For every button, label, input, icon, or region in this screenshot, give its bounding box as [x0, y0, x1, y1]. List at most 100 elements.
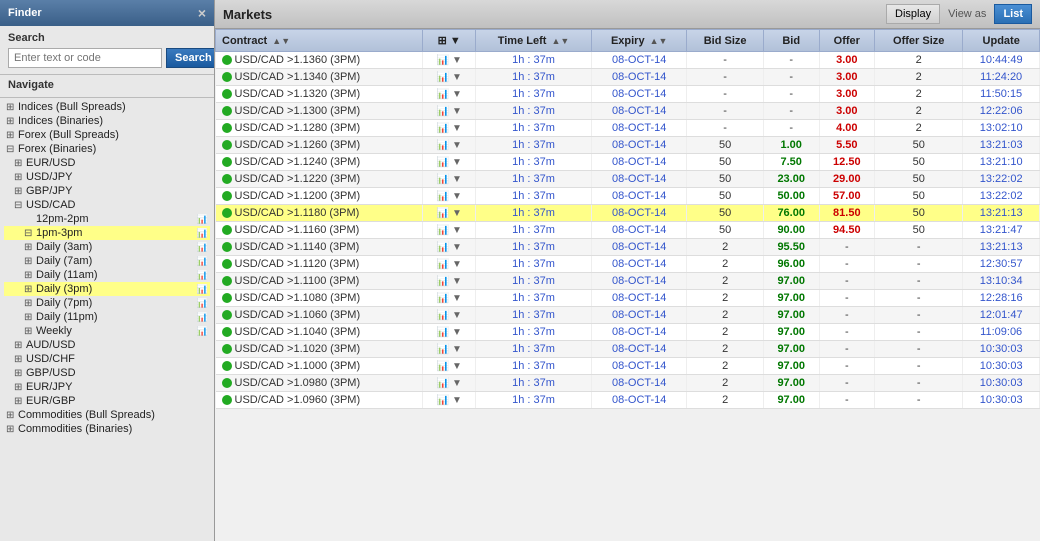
dropdown-icon[interactable]: ▼	[452, 123, 462, 134]
table-row[interactable]: USD/CAD >1.1140 (3PM) 📊 ▼ 1h : 37m 08-OC…	[216, 239, 1040, 256]
chart-col-icon[interactable]: 📊	[436, 242, 448, 253]
chart-col-icon[interactable]: 📊	[436, 276, 448, 287]
chart-col-icon[interactable]: 📊	[436, 72, 448, 83]
sidebar-item-daily-3pm[interactable]: ⊞Daily (3pm)📊	[4, 282, 210, 296]
sidebar-item-1pm-3pm[interactable]: ⊟1pm-3pm📊	[4, 226, 210, 240]
chart-col-icon[interactable]: 📊	[436, 259, 448, 270]
chart-col-icon[interactable]: 📊	[436, 55, 448, 66]
sidebar-item-usd-chf[interactable]: ⊞USD/CHF	[4, 352, 210, 366]
chart-col-icon[interactable]: 📊	[436, 191, 448, 202]
table-row[interactable]: USD/CAD >1.1200 (3PM) 📊 ▼ 1h : 37m 08-OC…	[216, 188, 1040, 205]
table-row[interactable]: USD/CAD >1.1040 (3PM) 📊 ▼ 1h : 37m 08-OC…	[216, 324, 1040, 341]
table-row[interactable]: USD/CAD >1.1340 (3PM) 📊 ▼ 1h : 37m 08-OC…	[216, 69, 1040, 86]
chart-col-icon[interactable]: 📊	[436, 327, 448, 338]
sidebar-item-daily-7pm[interactable]: ⊞Daily (7pm)📊	[4, 296, 210, 310]
table-row[interactable]: USD/CAD >1.1320 (3PM) 📊 ▼ 1h : 37m 08-OC…	[216, 86, 1040, 103]
table-row[interactable]: USD/CAD >1.1060 (3PM) 📊 ▼ 1h : 37m 08-OC…	[216, 307, 1040, 324]
search-button[interactable]: Search	[166, 48, 215, 68]
table-row[interactable]: USD/CAD >1.1000 (3PM) 📊 ▼ 1h : 37m 08-OC…	[216, 358, 1040, 375]
dropdown-icon[interactable]: ▼	[452, 310, 462, 321]
th-contract[interactable]: Contract ▲▼	[216, 30, 423, 52]
dropdown-icon[interactable]: ▼	[452, 378, 462, 389]
search-input[interactable]	[8, 48, 162, 68]
sidebar-item-eur-gbp[interactable]: ⊞EUR/GBP	[4, 394, 210, 408]
cell-offer-size: 2	[875, 52, 963, 69]
cell-contract: USD/CAD >1.0980 (3PM)	[216, 375, 423, 392]
sidebar-item-daily-11pm[interactable]: ⊞Daily (11pm)📊	[4, 310, 210, 324]
sidebar-item-forex-bull[interactable]: ⊞Forex (Bull Spreads)	[4, 128, 210, 142]
list-button[interactable]: List	[994, 4, 1032, 24]
chart-col-icon[interactable]: 📊	[436, 344, 448, 355]
cell-expiry: 08-OCT-14	[592, 86, 687, 103]
table-row[interactable]: USD/CAD >1.1180 (3PM) 📊 ▼ 1h : 37m 08-OC…	[216, 205, 1040, 222]
sidebar-item-daily-7am[interactable]: ⊞Daily (7am)📊	[4, 254, 210, 268]
dropdown-icon[interactable]: ▼	[452, 140, 462, 151]
sidebar-item-eur-jpy[interactable]: ⊞EUR/JPY	[4, 380, 210, 394]
table-row[interactable]: USD/CAD >1.1100 (3PM) 📊 ▼ 1h : 37m 08-OC…	[216, 273, 1040, 290]
chart-col-icon[interactable]: 📊	[436, 106, 448, 117]
dropdown-icon[interactable]: ▼	[452, 242, 462, 253]
chart-col-icon[interactable]: 📊	[436, 140, 448, 151]
dropdown-icon[interactable]: ▼	[452, 395, 462, 406]
table-row[interactable]: USD/CAD >1.1360 (3PM) 📊 ▼ 1h : 37m 08-OC…	[216, 52, 1040, 69]
dropdown-icon[interactable]: ▼	[452, 72, 462, 83]
sidebar-item-aud-usd[interactable]: ⊞AUD/USD	[4, 338, 210, 352]
dropdown-icon[interactable]: ▼	[452, 55, 462, 66]
dropdown-icon[interactable]: ▼	[452, 225, 462, 236]
chart-col-icon[interactable]: 📊	[436, 157, 448, 168]
table-row[interactable]: USD/CAD >1.0980 (3PM) 📊 ▼ 1h : 37m 08-OC…	[216, 375, 1040, 392]
chart-col-icon[interactable]: 📊	[436, 378, 448, 389]
sidebar-item-commodities-bull[interactable]: ⊞Commodities (Bull Spreads)	[4, 408, 210, 422]
sidebar-item-12pm-2pm[interactable]: 12pm-2pm📊	[4, 212, 210, 226]
dropdown-icon[interactable]: ▼	[452, 89, 462, 100]
table-row[interactable]: USD/CAD >1.1020 (3PM) 📊 ▼ 1h : 37m 08-OC…	[216, 341, 1040, 358]
th-time-left[interactable]: Time Left ▲▼	[476, 30, 592, 52]
sidebar-item-daily-11am[interactable]: ⊞Daily (11am)📊	[4, 268, 210, 282]
dropdown-icon[interactable]: ▼	[452, 208, 462, 219]
table-row[interactable]: USD/CAD >1.1080 (3PM) 📊 ▼ 1h : 37m 08-OC…	[216, 290, 1040, 307]
dropdown-icon[interactable]: ▼	[452, 259, 462, 270]
table-row[interactable]: USD/CAD >1.1260 (3PM) 📊 ▼ 1h : 37m 08-OC…	[216, 137, 1040, 154]
dropdown-icon[interactable]: ▼	[452, 106, 462, 117]
chart-col-icon[interactable]: 📊	[436, 395, 448, 406]
table-row[interactable]: USD/CAD >1.1160 (3PM) 📊 ▼ 1h : 37m 08-OC…	[216, 222, 1040, 239]
cell-bid-size: 2	[687, 307, 764, 324]
sidebar-item-forex-bin[interactable]: ⊟Forex (Binaries)	[4, 142, 210, 156]
cell-icons: 📊 ▼	[423, 137, 476, 154]
sidebar-item-indices-bull[interactable]: ⊞Indices (Bull Spreads)	[4, 100, 210, 114]
dropdown-icon[interactable]: ▼	[452, 191, 462, 202]
sidebar-item-usd-jpy[interactable]: ⊞USD/JPY	[4, 170, 210, 184]
sidebar-item-daily-3am[interactable]: ⊞Daily (3am)📊	[4, 240, 210, 254]
table-row[interactable]: USD/CAD >1.1300 (3PM) 📊 ▼ 1h : 37m 08-OC…	[216, 103, 1040, 120]
chart-col-icon[interactable]: 📊	[436, 174, 448, 185]
dropdown-icon[interactable]: ▼	[452, 344, 462, 355]
sidebar-item-gbp-usd[interactable]: ⊞GBP/USD	[4, 366, 210, 380]
dropdown-icon[interactable]: ▼	[452, 174, 462, 185]
table-row[interactable]: USD/CAD >1.1220 (3PM) 📊 ▼ 1h : 37m 08-OC…	[216, 171, 1040, 188]
table-row[interactable]: USD/CAD >1.0960 (3PM) 📊 ▼ 1h : 37m 08-OC…	[216, 392, 1040, 409]
table-row[interactable]: USD/CAD >1.1280 (3PM) 📊 ▼ 1h : 37m 08-OC…	[216, 120, 1040, 137]
dropdown-icon[interactable]: ▼	[452, 276, 462, 287]
sidebar-item-commodities-bin[interactable]: ⊞Commodities (Binaries)	[4, 422, 210, 436]
chart-col-icon[interactable]: 📊	[436, 361, 448, 372]
sidebar-item-indices-bin[interactable]: ⊞Indices (Binaries)	[4, 114, 210, 128]
dropdown-icon[interactable]: ▼	[452, 157, 462, 168]
close-icon[interactable]: ×	[198, 5, 206, 21]
chart-col-icon[interactable]: 📊	[436, 225, 448, 236]
table-row[interactable]: USD/CAD >1.1240 (3PM) 📊 ▼ 1h : 37m 08-OC…	[216, 154, 1040, 171]
sidebar-item-weekly[interactable]: ⊞Weekly📊	[4, 324, 210, 338]
sidebar-item-usd-cad[interactable]: ⊟USD/CAD	[4, 198, 210, 212]
table-row[interactable]: USD/CAD >1.1120 (3PM) 📊 ▼ 1h : 37m 08-OC…	[216, 256, 1040, 273]
chart-col-icon[interactable]: 📊	[436, 123, 448, 134]
th-expiry[interactable]: Expiry ▲▼	[592, 30, 687, 52]
dropdown-icon[interactable]: ▼	[452, 327, 462, 338]
display-button[interactable]: Display	[886, 4, 940, 24]
chart-col-icon[interactable]: 📊	[436, 310, 448, 321]
sidebar-item-gbp-jpy[interactable]: ⊞GBP/JPY	[4, 184, 210, 198]
chart-col-icon[interactable]: 📊	[436, 293, 448, 304]
chart-col-icon[interactable]: 📊	[436, 208, 448, 219]
dropdown-icon[interactable]: ▼	[452, 361, 462, 372]
chart-col-icon[interactable]: 📊	[436, 89, 448, 100]
dropdown-icon[interactable]: ▼	[452, 293, 462, 304]
sidebar-item-eur-usd[interactable]: ⊞EUR/USD	[4, 156, 210, 170]
